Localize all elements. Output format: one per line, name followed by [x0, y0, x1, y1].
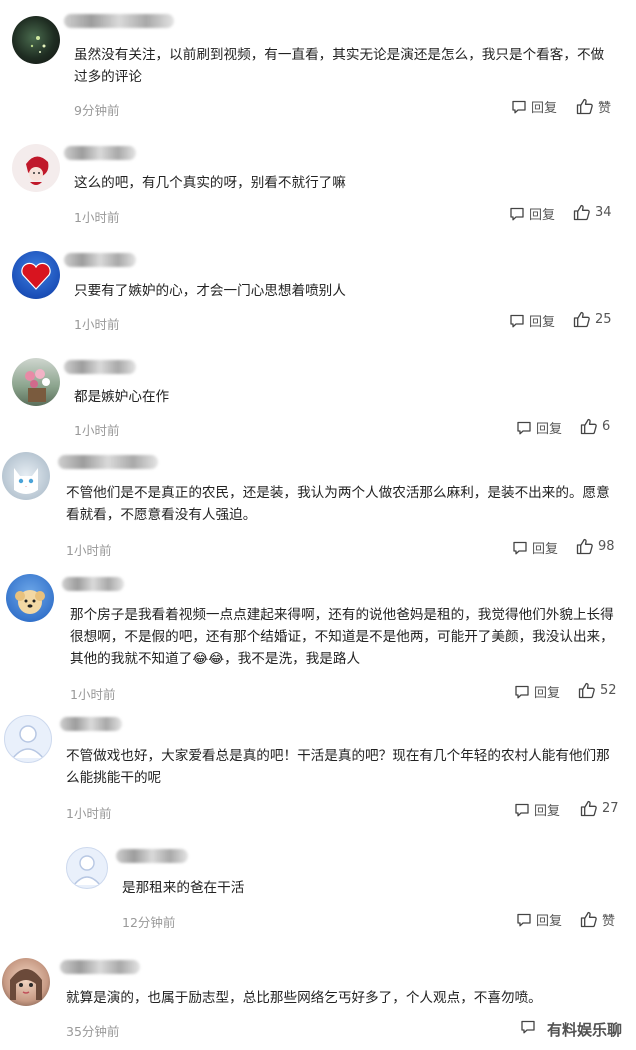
- thumbs-up-icon: [580, 418, 597, 435]
- comment-text: 不管做戏也好，大家爱看总是真的吧！干活是真的吧？现在有几个年轻的农村人能有他们那…: [66, 748, 610, 786]
- avatar[interactable]: [12, 358, 60, 406]
- like-button[interactable]: 赞: [580, 910, 615, 929]
- thumbs-up-icon: [578, 682, 595, 699]
- username-blurred[interactable]: [64, 253, 136, 267]
- watermark: 有料娱乐聊: [546, 1021, 622, 1039]
- comment-time: 1小时前: [66, 806, 112, 821]
- comment-icon: [517, 421, 531, 434]
- reply-button[interactable]: 回复: [516, 910, 562, 929]
- thumbs-up-icon: [573, 311, 590, 328]
- reply-button[interactable]: 回复: [511, 97, 557, 116]
- username-blurred[interactable]: [64, 146, 136, 160]
- username-blurred[interactable]: [60, 960, 140, 974]
- comment-time: 1小时前: [74, 210, 120, 225]
- comment-text: 那个房子是我看着视频一点点建起来得啊，还有的说他爸妈是租的，我觉得他们外貌上长得…: [70, 607, 614, 667]
- comment-text: 这么的吧，有几个真实的呀，别看不就行了嘛: [74, 175, 346, 191]
- avatar[interactable]: [6, 574, 54, 622]
- comment-icon: [515, 803, 529, 816]
- reply-button[interactable]: 回复: [514, 682, 560, 701]
- reply-label: 回复: [534, 804, 561, 819]
- like-count: 52: [600, 683, 617, 698]
- comment-text: 不管他们是不是真正的农民，还是装，我认为两个人做农活那么麻利，是装不出来的。愿意…: [66, 485, 610, 523]
- avatar[interactable]: [4, 715, 52, 763]
- comment-text: 都是嫉妒心在作: [74, 389, 170, 405]
- like-button[interactable]: 赞: [576, 97, 611, 116]
- thumbs-up-icon: [576, 538, 593, 555]
- like-button[interactable]: 6: [580, 418, 610, 435]
- like-count: 98: [598, 539, 615, 554]
- thumbs-up-icon: [573, 204, 590, 221]
- comment-icon: [515, 685, 529, 698]
- like-button[interactable]: 98: [576, 538, 615, 555]
- reply-button[interactable]: 回复: [509, 311, 555, 330]
- reply-label: 回复: [534, 686, 561, 701]
- comment-time: 12分钟前: [122, 915, 176, 930]
- thumbs-up-icon: [580, 800, 597, 817]
- like-count: 赞: [602, 914, 616, 929]
- avatar[interactable]: [12, 16, 60, 64]
- reply-button[interactable]: 回复: [516, 418, 562, 437]
- username-blurred[interactable]: [64, 14, 174, 28]
- comment-icon: [521, 1020, 535, 1034]
- comment-icon: [510, 207, 524, 220]
- reply-label: 回复: [531, 101, 558, 116]
- comment-text: 虽然没有关注，以前刷到视频，有一直看，其实无论是演还是怎么，我只是个看客，不做过…: [74, 47, 605, 85]
- username-blurred[interactable]: [64, 360, 136, 374]
- comment-time: 1小时前: [74, 317, 120, 332]
- comment-time: 1小时前: [66, 543, 112, 558]
- reply-button[interactable]: 回复: [509, 204, 555, 223]
- reply-label: 回复: [536, 422, 563, 437]
- like-count: 赞: [598, 101, 612, 116]
- reply-button[interactable]: 回复: [512, 538, 558, 557]
- avatar[interactable]: [2, 958, 50, 1006]
- comment-icon: [510, 314, 524, 327]
- like-count: 25: [595, 312, 612, 327]
- comment-icon: [512, 100, 526, 113]
- like-count: 6: [602, 419, 611, 434]
- comment-time: 9分钟前: [74, 103, 120, 118]
- comment-time: 1小时前: [74, 423, 120, 438]
- comment-time: 1小时前: [70, 687, 116, 702]
- comment-text: 就算是演的，也属于励志型，总比那些网络乞丐好多了，个人观点，不喜勿喷。: [66, 990, 542, 1006]
- like-count: 34: [595, 205, 612, 220]
- username-blurred[interactable]: [116, 849, 188, 863]
- avatar[interactable]: [66, 847, 108, 889]
- username-blurred[interactable]: [62, 577, 124, 591]
- like-button[interactable]: 25: [573, 311, 612, 328]
- thumbs-up-icon: [580, 911, 597, 928]
- like-button[interactable]: 52: [578, 682, 617, 699]
- comment-text: 只要有了嫉妒的心，才会一门心思想着喷别人: [74, 283, 346, 299]
- reply-label: 回复: [529, 208, 556, 223]
- reply-button[interactable]: 回复: [514, 800, 560, 819]
- avatar[interactable]: [12, 251, 60, 299]
- like-count: 27: [602, 801, 619, 816]
- reply-button[interactable]: [520, 1019, 536, 1035]
- reply-label: 回复: [536, 914, 563, 929]
- username-blurred[interactable]: [60, 717, 122, 731]
- thumbs-up-icon: [576, 98, 593, 115]
- reply-label: 回复: [532, 542, 559, 557]
- like-button[interactable]: 34: [573, 204, 612, 221]
- comment-icon: [517, 913, 531, 926]
- comment-text: 是那租来的爸在干活: [122, 880, 245, 896]
- comment-icon: [513, 541, 527, 554]
- comment-time: 35分钟前: [66, 1024, 120, 1039]
- reply-label: 回复: [529, 315, 556, 330]
- username-blurred[interactable]: [58, 455, 158, 469]
- like-button[interactable]: 27: [580, 800, 619, 817]
- avatar[interactable]: [2, 452, 50, 500]
- avatar[interactable]: [12, 144, 60, 192]
